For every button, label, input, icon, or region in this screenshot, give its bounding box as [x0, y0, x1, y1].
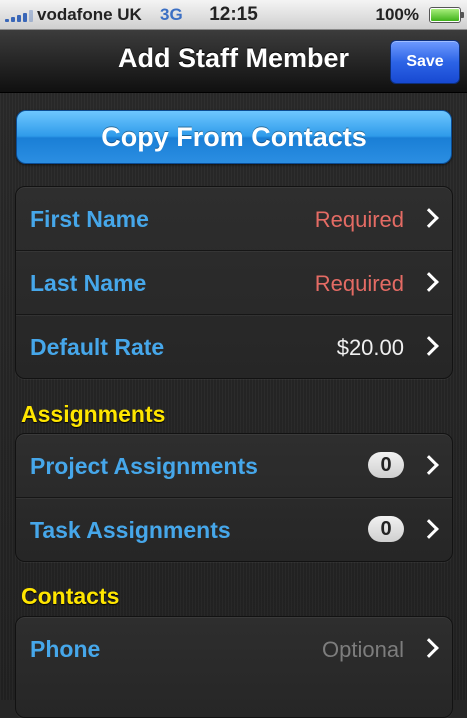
chevron-right-icon [419, 336, 439, 356]
row-value: Required [314, 207, 404, 232]
row-value: Required [314, 271, 404, 296]
count-badge: 0 [368, 452, 404, 478]
last-name-row[interactable]: Last Name Required [16, 251, 452, 315]
count-badge: 0 [368, 516, 404, 542]
battery-percent: 100% [375, 5, 419, 24]
row-value: Optional [322, 637, 404, 662]
first-name-row[interactable]: First Name Required [16, 187, 452, 251]
row-label: First Name [30, 206, 149, 232]
navigation-bar: Add Staff Member Save [0, 30, 467, 93]
default-rate-row[interactable]: Default Rate $20.00 [16, 315, 452, 378]
copy-from-contacts-button[interactable]: Copy From Contacts [16, 110, 452, 164]
chevron-right-icon [419, 638, 439, 658]
row-label: Default Rate [30, 334, 165, 360]
form-content: Copy From Contacts First Name Required L… [0, 93, 467, 718]
project-assignments-row[interactable]: Project Assignments 0 [16, 434, 452, 498]
task-assignments-row[interactable]: Task Assignments 0 [16, 498, 452, 561]
details-group: First Name Required Last Name Required D… [15, 186, 453, 379]
row-label: Project Assignments [30, 453, 258, 479]
phone-row[interactable]: Phone Optional [16, 617, 452, 680]
chevron-right-icon [419, 272, 439, 292]
section-header-contacts: Contacts [21, 583, 120, 609]
row-label: Phone [30, 636, 101, 662]
row-label: Task Assignments [30, 517, 231, 543]
chevron-right-icon [419, 455, 439, 475]
row-label: Last Name [30, 270, 147, 296]
save-button[interactable]: Save [390, 40, 460, 84]
section-header-assignments: Assignments [21, 401, 166, 427]
contacts-group: Phone Optional [15, 616, 453, 718]
chevron-right-icon [419, 519, 439, 539]
status-bar: vodafone UK 3G 12:15 100% [0, 0, 467, 30]
row-value: $20.00 [336, 335, 404, 360]
battery-icon [429, 7, 464, 23]
chevron-right-icon [419, 208, 439, 228]
assignments-group: Project Assignments 0 Task Assignments 0 [15, 433, 453, 562]
